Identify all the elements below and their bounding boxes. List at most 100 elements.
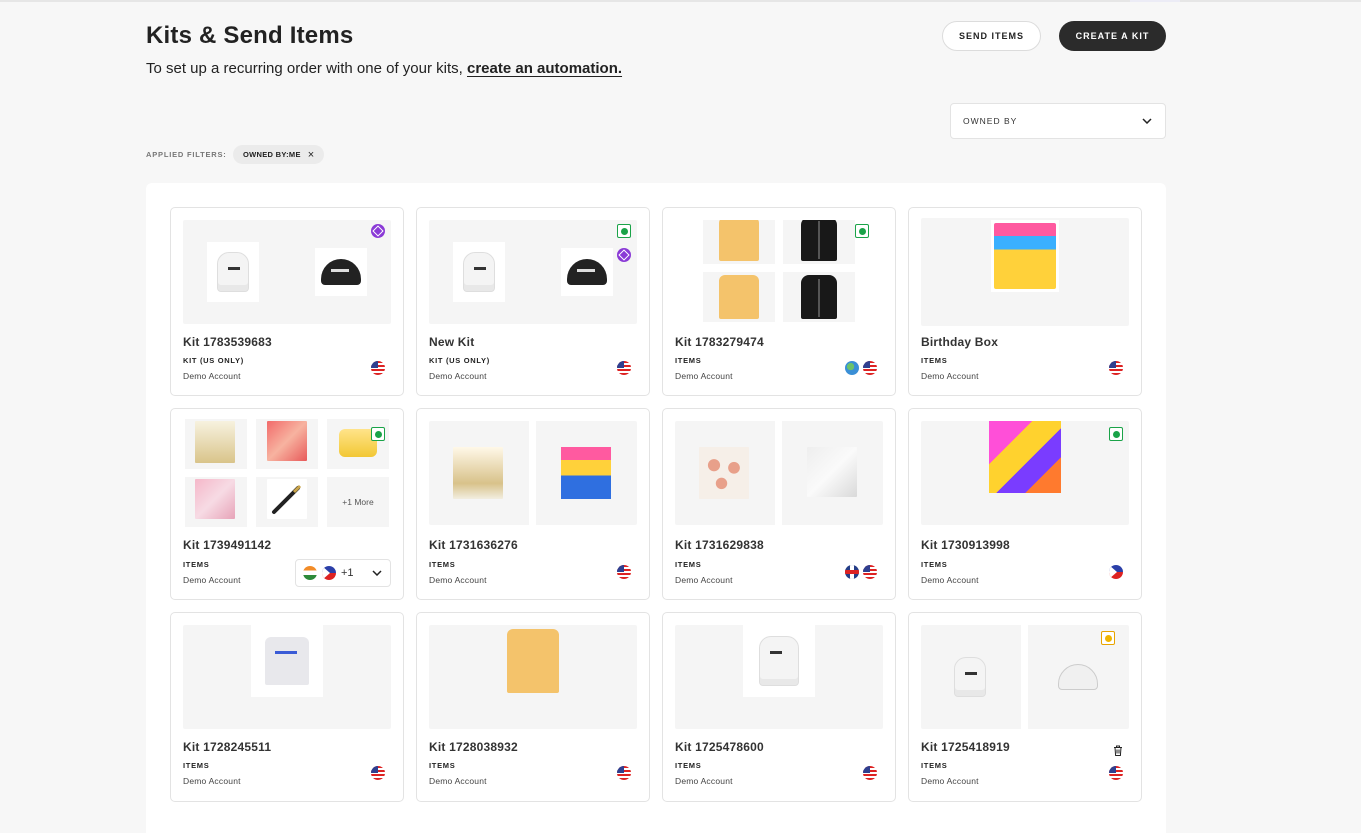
kit-image-area (675, 220, 883, 324)
green-badge-icon (617, 224, 631, 238)
snack-box-image (989, 421, 1061, 493)
kit-image-area (921, 218, 1129, 326)
kit-title: Kit 1725418919 (921, 740, 1010, 754)
kit-flags (617, 766, 631, 780)
us-flag-icon (863, 565, 877, 579)
jewelry-image (195, 479, 235, 519)
kit-flags (371, 361, 385, 375)
kit-title: Kit 1725478600 (675, 740, 764, 754)
kit-owner: Demo Account (429, 776, 487, 786)
us-flag-icon (617, 361, 631, 375)
us-flag-icon (863, 361, 877, 375)
kit-card[interactable]: Kit 1725478600 ITEMS Demo Account (662, 612, 896, 802)
create-kit-button[interactable]: CREATE A KIT (1059, 21, 1166, 51)
us-flag-icon (863, 766, 877, 780)
kit-owner: Demo Account (183, 371, 241, 381)
cap-image (561, 248, 613, 296)
owned-by-dropdown[interactable]: OWNED BY (950, 103, 1166, 139)
jacket-image (801, 220, 837, 262)
kit-title: Birthday Box (921, 335, 999, 349)
kit-flags (845, 565, 877, 579)
hoodie-image (207, 242, 259, 302)
kit-card[interactable]: Kit 1731629838 ITEMS Demo Account (662, 408, 896, 600)
kit-type: ITEMS (429, 560, 456, 569)
us-flag-icon (371, 766, 385, 780)
tee-image (497, 625, 569, 697)
kit-image-area (183, 220, 391, 324)
kit-title: Kit 1783539683 (183, 335, 272, 349)
hoodie-image (453, 242, 505, 302)
kit-owner: Demo Account (429, 371, 487, 381)
chevron-down-icon (372, 568, 382, 579)
close-icon[interactable]: × (308, 149, 315, 161)
kit-card[interactable]: Kit 1783279474 ITEMS Demo Account (662, 207, 896, 396)
kit-flags (1109, 565, 1123, 579)
filter-chip-owned-by[interactable]: OWNED BY:ME × (233, 145, 325, 164)
create-automation-link[interactable]: create an automation. (467, 60, 622, 77)
kit-type: ITEMS (921, 560, 948, 569)
kit-card[interactable]: New Kit KIT (US ONLY) Demo Account (416, 207, 650, 396)
kit-owner: Demo Account (675, 776, 733, 786)
subtitle-text: To set up a recurring order with one of … (146, 60, 463, 77)
kit-title: Kit 1731629838 (675, 538, 764, 552)
kit-card[interactable]: Kit 1731636276 ITEMS Demo Account (416, 408, 650, 600)
kit-owner: Demo Account (183, 575, 241, 585)
kit-title: Kit 1731636276 (429, 538, 518, 552)
kit-card[interactable]: +1 More Kit 1739491142 ITEMS Demo Accoun… (170, 408, 404, 600)
kit-image-area (429, 220, 637, 324)
kit-type: ITEMS (921, 356, 948, 365)
kit-type: ITEMS (675, 560, 702, 569)
trash-icon[interactable] (1113, 745, 1123, 759)
hoodie-image (743, 625, 815, 697)
green-badge-icon (371, 427, 385, 441)
kit-card[interactable]: Kit 1728245511 ITEMS Demo Account (170, 612, 404, 802)
purple-badge-icon (617, 248, 631, 262)
applied-filters-label: APPLIED FILTERS: (146, 150, 227, 159)
kit-image-area (921, 625, 1129, 729)
cap-image (1055, 657, 1101, 697)
perfume-image (195, 421, 235, 463)
globe-flag-icon (845, 361, 859, 375)
owned-by-label: OWNED BY (963, 116, 1018, 126)
kit-type: ITEMS (675, 761, 702, 770)
purple-badge-icon (371, 224, 385, 238)
kit-owner: Demo Account (921, 776, 979, 786)
green-badge-icon (855, 224, 869, 238)
kit-card[interactable]: Kit 1730913998 ITEMS Demo Account (908, 408, 1142, 600)
cap-image (315, 248, 367, 296)
page-subtitle: To set up a recurring order with one of … (146, 60, 622, 77)
kit-flags (1109, 361, 1123, 375)
kit-type: ITEMS (183, 761, 210, 770)
candy-image (267, 421, 307, 461)
cupcakes-image (699, 447, 749, 499)
hoodie-image (949, 651, 991, 703)
send-items-button[interactable]: SEND ITEMS (942, 21, 1041, 51)
kit-type: ITEMS (921, 761, 948, 770)
filter-chip-label: OWNED BY:ME (243, 150, 301, 159)
philippines-flag-icon (322, 566, 336, 580)
more-items-box[interactable]: +1 More (327, 477, 389, 527)
kit-title: Kit 1728038932 (429, 740, 518, 754)
kit-card[interactable]: Birthday Box ITEMS Demo Account (908, 207, 1142, 396)
top-border (0, 0, 1361, 2)
kit-title: Kit 1739491142 (183, 538, 272, 552)
perfume-image (453, 447, 503, 499)
pen-image (267, 479, 307, 519)
tee-image (719, 220, 759, 262)
kit-flags (617, 565, 631, 579)
us-flag-icon (1109, 361, 1123, 375)
kit-card[interactable]: Kit 1728038932 ITEMS Demo Account (416, 612, 650, 802)
kit-owner: Demo Account (675, 575, 733, 585)
kits-panel: Kit 1783539683 KIT (US ONLY) Demo Accoun… (146, 183, 1166, 833)
kit-title: New Kit (429, 335, 475, 349)
kit-flags (863, 766, 877, 780)
kit-owner: Demo Account (429, 575, 487, 585)
kit-card[interactable]: Kit 1725418919 ITEMS Demo Account (908, 612, 1142, 802)
kit-type: KIT (US ONLY) (183, 356, 244, 365)
tee-image (251, 625, 323, 697)
kit-card[interactable]: Kit 1783539683 KIT (US ONLY) Demo Accoun… (170, 207, 404, 396)
india-flag-icon (303, 566, 317, 580)
page-title: Kits & Send Items (146, 22, 354, 49)
kit-type: ITEMS (429, 761, 456, 770)
country-flags-dropdown[interactable]: +1 (295, 559, 391, 587)
